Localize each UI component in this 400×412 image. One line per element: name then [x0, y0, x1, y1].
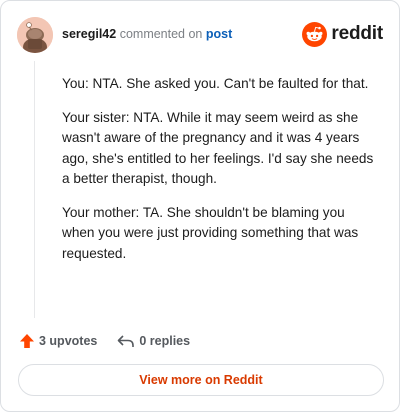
reddit-snoo-icon — [302, 21, 328, 47]
upvote-count: 3 upvotes — [39, 334, 98, 348]
view-more-button[interactable]: View more on Reddit — [18, 364, 384, 396]
post-link[interactable]: post — [206, 27, 232, 41]
thread-line — [34, 61, 35, 318]
comment-meta: seregil42 commented on post — [62, 27, 232, 41]
commented-on-text: commented on — [119, 27, 203, 41]
comment-actions: 3 upvotes 0 replies — [19, 331, 190, 351]
comment-paragraph: Your sister: NTA. While it may seem weir… — [62, 109, 374, 187]
comment-paragraph: Your mother: TA. She shouldn't be blamin… — [62, 204, 359, 261]
upvote-button[interactable]: 3 upvotes — [19, 333, 97, 349]
comment-paragraph: You: NTA. She asked you. Can't be faulte… — [62, 76, 369, 91]
reply-button[interactable]: 0 replies — [117, 333, 190, 349]
comment-embed-card: seregil42 commented on post reddit You: … — [0, 0, 400, 412]
reddit-wordmark: reddit — [331, 23, 383, 44]
reply-count: 0 replies — [139, 334, 191, 348]
comment-body: You: NTA. She asked you. Can't be faulte… — [62, 74, 380, 277]
reddit-logo[interactable]: reddit — [302, 21, 383, 47]
upvote-arrow-icon — [20, 334, 34, 348]
avatar[interactable] — [17, 17, 53, 53]
reply-arrow-icon — [118, 335, 135, 347]
snoo-avatar-icon — [17, 17, 53, 53]
username[interactable]: seregil42 — [62, 27, 116, 41]
comment-header: seregil42 commented on post reddit — [17, 15, 383, 55]
